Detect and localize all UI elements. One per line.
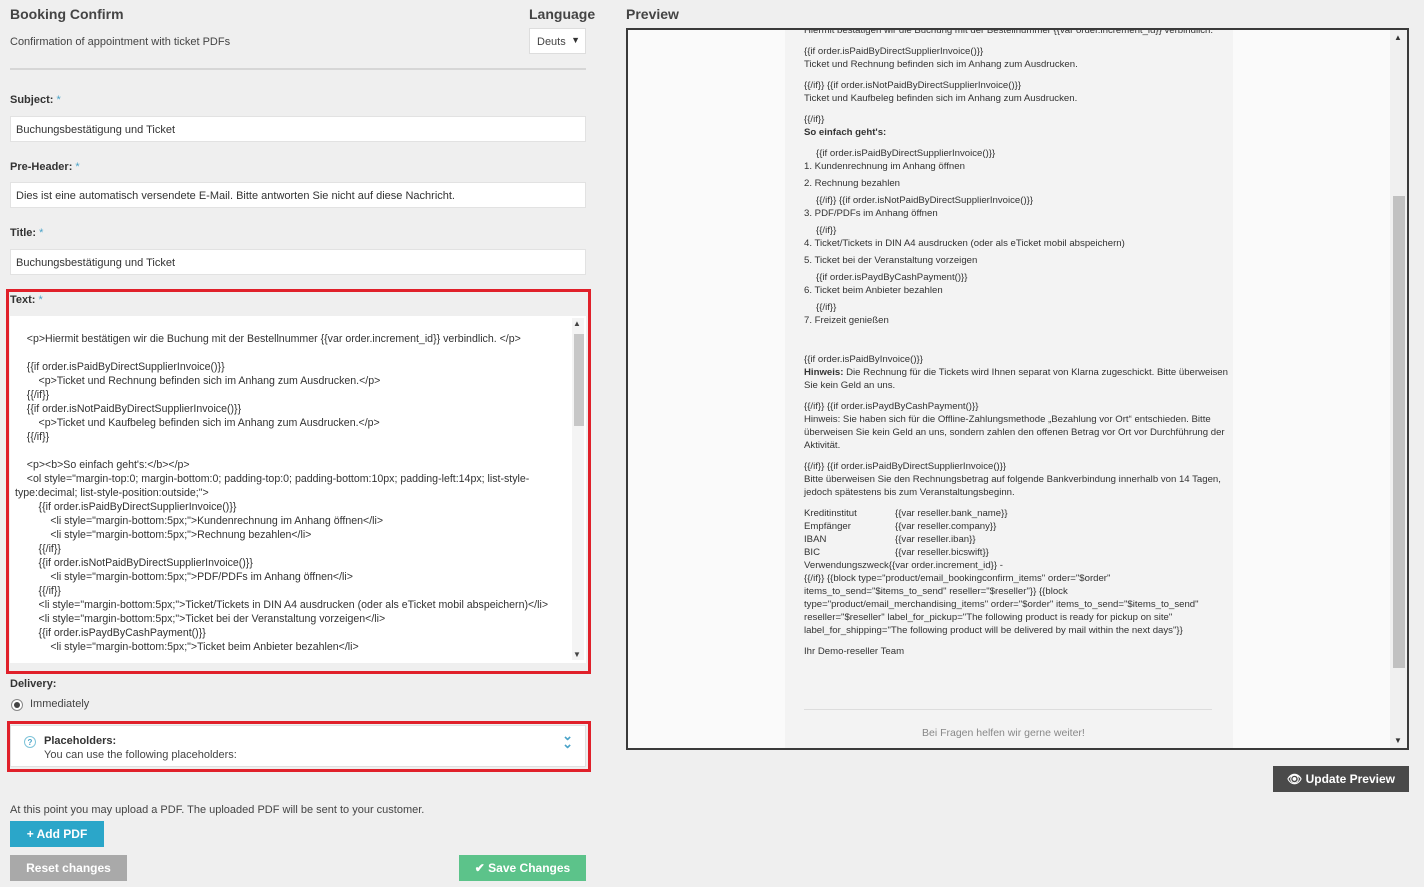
reset-changes-button[interactable]: Reset changes — [10, 855, 127, 881]
preview-note: Hinweis: Sie haben sich für die Offline-… — [804, 414, 1225, 451]
placeholders-text: You can use the following placeholders: — [44, 749, 237, 761]
preview-text: Hiermit bestätigen wir die Buchung mit d… — [804, 28, 1213, 36]
scroll-up-icon[interactable]: ▲ — [573, 319, 581, 328]
title-label: Title: * — [10, 227, 44, 239]
preview-text: Ticket und Rechnung befinden sich im Anh… — [804, 59, 1078, 70]
template-subtitle: Confirmation of appointment with ticket … — [10, 36, 231, 48]
scroll-thumb[interactable] — [574, 334, 584, 426]
text-editor[interactable]: <p>Hiermit bestätigen wir die Buchung mi… — [10, 316, 586, 663]
preview-list-item: 7. Freizeit genießen — [804, 315, 889, 326]
preview-divider — [804, 709, 1212, 710]
preview-text: {{/if}} {{if order.isNotPaidByDirectSupp… — [816, 195, 1034, 206]
template-title: Booking Confirm — [10, 6, 124, 22]
preview-list-item: 5. Ticket bei der Veranstaltung vorzeige… — [804, 255, 978, 266]
help-icon: ? — [24, 736, 36, 748]
delivery-label: Delivery: — [10, 678, 57, 690]
preview-text: {{/if}} — [804, 114, 825, 125]
preview-list-item: 3. PDF/PDFs im Anhang öffnen — [804, 208, 938, 219]
preview-text: {{/if}} — [816, 302, 837, 313]
preview-footer: Bei Fragen helfen wir gerne weiter! — [922, 727, 1085, 739]
text-editor-scrollbar[interactable]: ▲ ▼ — [572, 318, 584, 660]
placeholders-title: Placeholders: — [44, 735, 117, 747]
preview-frame[interactable]: Hiermit bestätigen wir die Buchung mit d… — [626, 28, 1409, 750]
scroll-down-icon[interactable]: ▼ — [573, 650, 581, 659]
placeholders-panel[interactable]: ? Placeholders: You can use the followin… — [10, 725, 586, 767]
bank-row: Empfänger {{var reseller.company}} — [804, 521, 997, 532]
preview-text: Verwendungszweck{{var order.increment_id… — [804, 560, 1003, 571]
preview-text: {{if order.isPaidByDirectSupplierInvoice… — [804, 46, 984, 57]
preview-label: Preview — [626, 6, 679, 22]
upload-note: At this point you may upload a PDF. The … — [10, 804, 425, 816]
scroll-down-icon[interactable]: ▼ — [1394, 736, 1402, 745]
preview-text: {{if order.isPaidByInvoice()}} — [804, 354, 923, 365]
preview-list-item: 2. Rechnung bezahlen — [804, 178, 901, 189]
chevron-down-icon: ▼ — [571, 35, 580, 45]
bank-row: IBAN {{var reseller.iban}} — [804, 534, 976, 545]
preview-text: {{if order.isPaydByCashPayment()}} — [816, 272, 968, 283]
preview-content: Hiermit bestätigen wir die Buchung mit d… — [804, 28, 1244, 666]
title-input[interactable]: Buchungsbestätigung und Ticket — [10, 249, 586, 275]
subject-input[interactable]: Buchungsbestätigung und Ticket — [10, 116, 586, 142]
preview-list-item: 4. Ticket/Tickets in DIN A4 ausdrucken (… — [804, 238, 1125, 249]
eye-icon: 👁 — [1287, 772, 1306, 786]
language-label: Language — [529, 6, 596, 22]
preview-note: Hinweis: Die Rechnung für die Tickets wi… — [804, 367, 1228, 391]
preview-signature: Ihr Demo-reseller Team — [804, 646, 905, 657]
bank-row: Kreditinstitut {{var reseller.bank_name}} — [804, 508, 1008, 519]
subject-label: Subject: * — [10, 94, 61, 106]
save-changes-button[interactable]: ✔ Save Changes — [459, 855, 586, 881]
preview-list-item: 1. Kundenrechnung im Anhang öffnen — [804, 161, 965, 172]
preheader-input[interactable]: Dies ist eine automatisch versendete E-M… — [10, 182, 586, 208]
delivery-option-label: Immediately — [30, 698, 90, 710]
preview-list-item: 6. Ticket beim Anbieter bezahlen — [804, 285, 943, 296]
preview-text: {{/if}} — [816, 225, 837, 236]
divider — [10, 68, 586, 70]
preview-text: {{/if}} {{block type="product/email_book… — [804, 573, 1199, 636]
preview-scrollbar[interactable]: ▲ ▼ — [1390, 30, 1407, 748]
preview-text: {{if order.isPaidByDirectSupplierInvoice… — [816, 148, 996, 159]
preview-text: {{/if}} {{if order.isPaidByDirectSupplie… — [804, 461, 1007, 472]
preview-heading: So einfach geht's: — [804, 127, 887, 138]
preview-text: {{/if}} {{if order.isPaydByCashPayment()… — [804, 401, 979, 412]
add-pdf-button[interactable]: + Add PDF — [10, 821, 104, 847]
delivery-radio[interactable] — [11, 699, 23, 711]
update-preview-button[interactable]: 👁 Update Preview — [1273, 766, 1409, 792]
language-select[interactable]: Deuts ▼ — [529, 28, 586, 54]
text-editor-content[interactable]: <p>Hiermit bestätigen wir die Buchung mi… — [10, 316, 570, 654]
language-value: Deuts — [537, 36, 566, 48]
preview-note: Bitte überweisen Sie den Rechnungsbetrag… — [804, 474, 1221, 498]
preheader-label: Pre-Header: * — [10, 161, 80, 173]
scroll-up-icon[interactable]: ▲ — [1394, 33, 1402, 42]
preview-text: {{/if}} {{if order.isNotPaidByDirectSupp… — [804, 80, 1022, 91]
expand-chevron-icon[interactable]: ⌄ ⌄ — [562, 729, 573, 750]
bank-row: BIC {{var reseller.bicswift}} — [804, 547, 989, 558]
scroll-thumb[interactable] — [1393, 196, 1405, 668]
preview-text: Ticket und Kaufbeleg befinden sich im An… — [804, 93, 1078, 104]
